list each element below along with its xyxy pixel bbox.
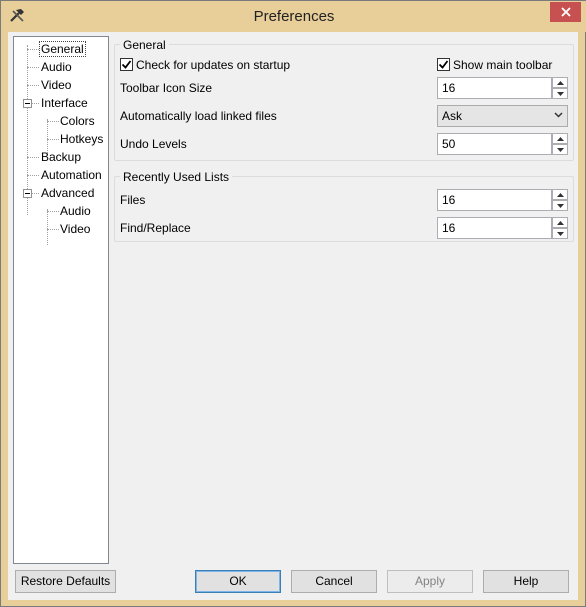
- auto-load-select[interactable]: Ask: [437, 105, 568, 127]
- tree-item-advanced-video[interactable]: Video: [60, 220, 90, 238]
- undo-levels-spinner[interactable]: 50: [437, 133, 568, 155]
- check-updates-checkbox[interactable]: [120, 58, 133, 71]
- spin-up-button[interactable]: [552, 133, 568, 144]
- spin-down-button[interactable]: [552, 200, 568, 211]
- find-replace-input[interactable]: 16: [437, 217, 552, 239]
- tree-item-label: General: [39, 41, 86, 57]
- undo-levels-label: Undo Levels: [120, 137, 187, 151]
- close-icon: [560, 7, 571, 17]
- tree-item-label: Audio: [60, 204, 91, 218]
- find-replace-label: Find/Replace: [120, 221, 191, 235]
- tree-item-label: Video: [41, 78, 72, 92]
- checkmark-icon: [121, 60, 132, 69]
- arrow-down-icon: [556, 231, 564, 236]
- tree-item-interface[interactable]: Interface: [41, 94, 88, 112]
- tree-item-label: Automation: [41, 168, 102, 182]
- check-updates-label[interactable]: Check for updates on startup: [136, 58, 290, 72]
- files-label: Files: [120, 193, 146, 207]
- arrow-up-icon: [556, 80, 564, 85]
- spin-down-button[interactable]: [552, 228, 568, 239]
- toolbar-icon-size-input[interactable]: 16: [437, 77, 552, 99]
- tree-item-label: Audio: [41, 60, 72, 74]
- restore-defaults-button[interactable]: Restore Defaults: [15, 570, 116, 593]
- tree-item-advanced-audio[interactable]: Audio: [60, 202, 91, 220]
- general-group-title: General: [120, 38, 169, 52]
- cancel-button[interactable]: Cancel: [291, 570, 377, 593]
- spin-up-button[interactable]: [552, 189, 568, 200]
- tree-connector: [27, 49, 39, 50]
- collapse-advanced-icon[interactable]: [23, 189, 32, 198]
- files-spinner[interactable]: 16: [437, 189, 568, 211]
- close-button[interactable]: [550, 2, 581, 22]
- window-title: Preferences: [253, 8, 335, 25]
- tree-connector: [47, 229, 59, 230]
- tree-item-label: Interface: [41, 96, 88, 110]
- arrow-up-icon: [556, 220, 564, 225]
- tree-item-label: Hotkeys: [60, 132, 104, 146]
- auto-load-value: Ask: [442, 109, 463, 123]
- tree-item-label: Backup: [41, 150, 82, 164]
- toolbar-icon-size-label: Toolbar Icon Size: [120, 81, 213, 95]
- apply-button[interactable]: Apply: [387, 570, 473, 593]
- undo-levels-input[interactable]: 50: [437, 133, 552, 155]
- help-button[interactable]: Help: [483, 570, 569, 593]
- toolbar-icon-size-spinner[interactable]: 16: [437, 77, 568, 99]
- find-replace-spinner[interactable]: 16: [437, 217, 568, 239]
- spin-up-button[interactable]: [552, 217, 568, 228]
- tree-line: [47, 209, 48, 245]
- category-tree[interactable]: General Audio Video Interface Colors Hot…: [13, 36, 109, 564]
- tree-connector: [27, 67, 39, 68]
- tree-connector: [32, 193, 39, 194]
- tree-item-label: Advanced: [41, 186, 95, 200]
- arrow-down-icon: [556, 147, 564, 152]
- tree-connector: [47, 211, 59, 212]
- arrow-down-icon: [556, 91, 564, 96]
- tree-item-hotkeys[interactable]: Hotkeys: [60, 130, 103, 148]
- tree-item-advanced[interactable]: Advanced: [41, 184, 94, 202]
- tree-item-colors[interactable]: Colors: [60, 112, 95, 130]
- title-bar[interactable]: Preferences: [1, 1, 586, 32]
- checkmark-icon: [438, 60, 449, 69]
- tree-item-label: Video: [60, 222, 91, 236]
- arrow-up-icon: [556, 192, 564, 197]
- spin-down-button[interactable]: [552, 88, 568, 99]
- preferences-window: Preferences General Audio Video Interfac…: [0, 0, 586, 607]
- dialog-client: General Audio Video Interface Colors Hot…: [8, 32, 578, 600]
- tree-item-automation[interactable]: Automation: [41, 166, 102, 184]
- ok-button[interactable]: OK: [195, 570, 281, 593]
- chevron-down-icon: [554, 112, 563, 118]
- spin-up-button[interactable]: [552, 77, 568, 88]
- tree-item-backup[interactable]: Backup: [41, 148, 81, 166]
- tree-connector: [27, 157, 39, 158]
- tree-item-label: Colors: [60, 114, 95, 128]
- tree-item-general[interactable]: General: [39, 40, 86, 58]
- spin-down-button[interactable]: [552, 144, 568, 155]
- tree-item-audio[interactable]: Audio: [41, 58, 72, 76]
- auto-load-label: Automatically load linked files: [120, 109, 277, 123]
- show-toolbar-checkbox[interactable]: [437, 58, 450, 71]
- tree-item-video[interactable]: Video: [41, 76, 71, 94]
- recent-lists-group-title: Recently Used Lists: [120, 170, 233, 184]
- hammer-icon: [10, 9, 24, 22]
- collapse-interface-icon[interactable]: [23, 99, 32, 108]
- arrow-up-icon: [556, 136, 564, 141]
- show-toolbar-label[interactable]: Show main toolbar: [453, 58, 552, 72]
- tree-connector: [47, 121, 59, 122]
- files-input[interactable]: 16: [437, 189, 552, 211]
- arrow-down-icon: [556, 203, 564, 208]
- tree-connector: [32, 103, 39, 104]
- tree-connector: [27, 85, 39, 86]
- tree-connector: [27, 175, 39, 176]
- tree-connector: [47, 139, 59, 140]
